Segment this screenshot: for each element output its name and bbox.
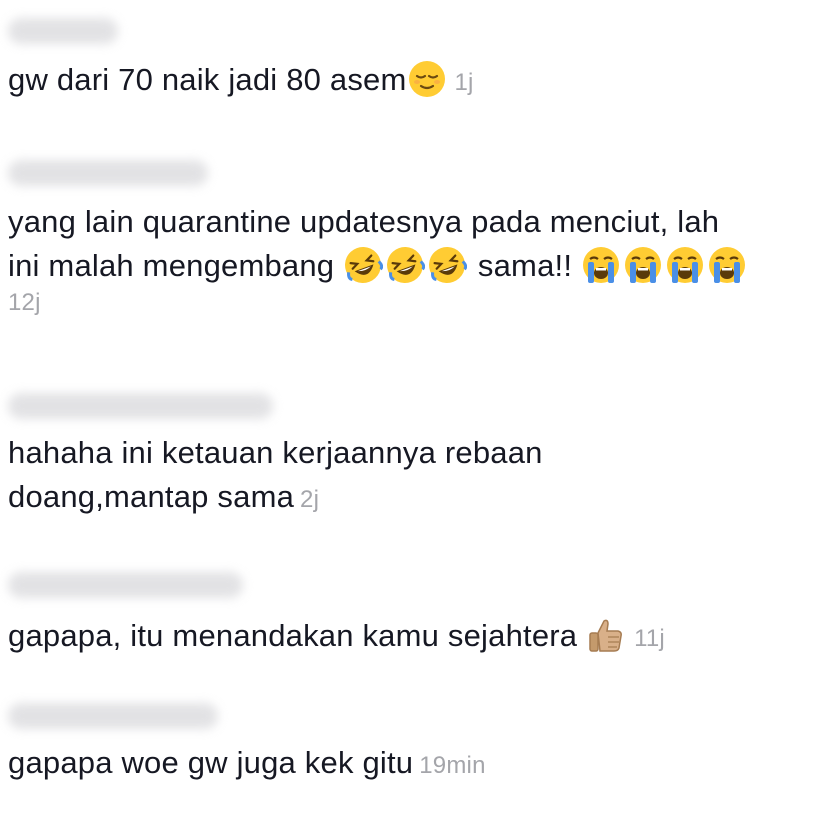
loudly-crying-emoji — [665, 245, 705, 285]
comment-text: gapapa woe gw juga kek gitu — [8, 745, 414, 780]
comment-text-block: gapapa woe gw juga kek gitu 19min — [8, 741, 828, 788]
relieved-face-emoji — [407, 59, 447, 99]
loudly-crying-emoji — [581, 245, 621, 285]
loudly-crying-emoji — [707, 245, 747, 285]
username-blurred[interactable] — [8, 160, 208, 186]
comment-timestamp: 2j — [300, 486, 320, 513]
comment-text-block: hahaha ini ketauan kerjaannya rebaan doa… — [8, 431, 828, 522]
username-blurred[interactable] — [8, 393, 273, 419]
comment-text-line: yang lain quarantine updatesnya pada men… — [8, 204, 720, 239]
comment-timestamp: 11j — [634, 625, 665, 652]
comment-text-line: sama!! — [477, 248, 573, 283]
username-blurred[interactable] — [8, 18, 118, 44]
comment-item: gapapa, itu menandakan kamu sejahtera 11… — [8, 572, 828, 661]
comment-text-block: gapapa, itu menandakan kamu sejahtera 11… — [8, 614, 828, 661]
comment-text: gw dari 70 naik jadi 80 asem — [8, 62, 407, 97]
comment-timestamp: 12j — [8, 289, 41, 316]
comment-text-block: yang lain quarantine updatesnya pada men… — [8, 200, 828, 318]
rolling-laughing-emoji — [427, 245, 468, 285]
comment-text-line: doang,mantap sama — [8, 479, 295, 514]
comment-timestamp: 19min — [419, 752, 486, 779]
thumbs-up-emoji — [586, 615, 626, 655]
comment-item: gw dari 70 naik jadi 80 asem 1j — [8, 18, 828, 105]
comment-timestamp: 1j — [454, 69, 474, 96]
comment-item: gapapa woe gw juga kek gitu 19min — [8, 703, 828, 788]
comment-item: yang lain quarantine updatesnya pada men… — [8, 160, 828, 318]
username-blurred[interactable] — [8, 703, 218, 729]
comment-text-line: hahaha ini ketauan kerjaannya rebaan — [8, 435, 543, 470]
rolling-laughing-emoji — [385, 245, 426, 285]
comment-item: hahaha ini ketauan kerjaannya rebaan doa… — [8, 393, 828, 522]
comment-text-block: gw dari 70 naik jadi 80 asem 1j — [8, 58, 828, 105]
rolling-laughing-emoji — [343, 245, 384, 285]
comment-text: gapapa, itu menandakan kamu sejahtera — [8, 618, 578, 653]
comment-text-line: ini malah mengembang — [8, 248, 335, 283]
username-blurred[interactable] — [8, 572, 243, 598]
loudly-crying-emoji — [623, 245, 663, 285]
